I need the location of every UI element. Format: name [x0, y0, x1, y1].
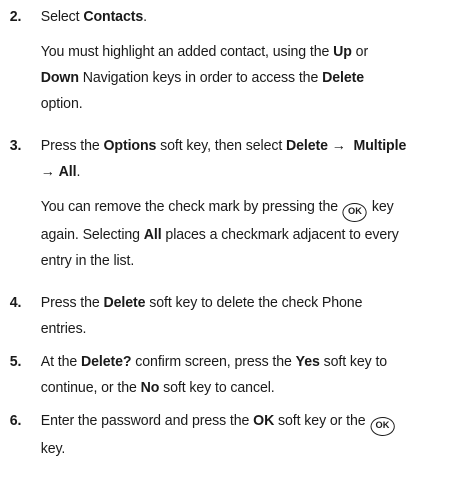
text-run: entry in the list. — [40, 253, 135, 269]
text-run: continue, or the — [40, 380, 141, 396]
right-arrow-icon: → — [40, 164, 55, 180]
text-run: confirm screen, press the — [131, 354, 296, 370]
instruction-page: 2. Select Contacts. You must highlight a… — [0, 0, 458, 462]
text-run: . — [143, 9, 147, 25]
text-run: Navigation keys in order to access the — [78, 70, 323, 86]
text-run: You can remove the check mark by pressin… — [40, 199, 342, 215]
step-text: Press the Options soft key, then select … — [41, 133, 458, 185]
ok-key-icon: OK — [342, 203, 368, 222]
bold-term-all: All — [58, 164, 77, 180]
step-text: Press the Delete soft key to delete the … — [41, 290, 458, 342]
text-run: At the — [40, 354, 81, 370]
step-3: 3. Press the Options soft key, then sele… — [10, 133, 458, 185]
text-run: Enter the password and press the — [40, 413, 254, 429]
ok-key-icon: OK — [370, 417, 395, 436]
right-arrow-icon: → — [331, 138, 346, 154]
step-number: 6. — [9, 413, 22, 429]
bold-term-options: Options — [103, 138, 157, 154]
step-text: Enter the password and press the OK soft… — [41, 408, 458, 462]
bold-term-contacts: Contacts — [83, 9, 144, 25]
text-run: Press the — [40, 138, 104, 154]
bold-term-delete: Delete — [322, 70, 364, 86]
text-run: key. — [40, 441, 66, 457]
text-run: soft key to delete the check Phone — [145, 295, 363, 311]
step-5: 5. At the Delete? confirm screen, press … — [10, 349, 458, 401]
step-number: 3. — [9, 138, 22, 154]
bold-term-delete: Delete — [286, 138, 328, 154]
bold-term-multiple: Multiple — [353, 138, 407, 154]
text-run: soft key to — [319, 354, 388, 370]
bold-term-delete-confirm: Delete? — [80, 354, 132, 370]
step-4: 4. Press the Delete soft key to delete t… — [10, 290, 458, 342]
bold-term-no: No — [140, 380, 160, 396]
text-run: again. Selecting — [40, 227, 144, 243]
text-run: . — [76, 164, 81, 180]
text-run: You must highlight an added contact, usi… — [40, 44, 334, 60]
step-2-note: You must highlight an added contact, usi… — [41, 39, 458, 117]
step-3-note: You can remove the check mark by pressin… — [41, 194, 458, 274]
step-number: 5. — [9, 354, 22, 370]
text-run: key — [368, 199, 394, 215]
text-run: soft key, then select — [156, 138, 287, 154]
text-run: or — [351, 44, 369, 60]
text-run: soft key to cancel. — [159, 380, 275, 396]
text-run: soft key or the — [274, 413, 370, 429]
bold-term-up: Up — [333, 44, 352, 60]
step-number: 2. — [9, 9, 22, 25]
text-run: Select — [40, 9, 84, 25]
text-run: Press the — [40, 295, 104, 311]
bold-term-delete: Delete — [103, 295, 146, 311]
bold-term-yes: Yes — [295, 354, 320, 370]
step-2: 2. Select Contacts. — [10, 4, 458, 30]
text-run: entries. — [40, 321, 87, 337]
step-text: At the Delete? confirm screen, press the… — [41, 349, 458, 401]
bold-term-ok: OK — [253, 413, 275, 429]
step-6: 6. Enter the password and press the OK s… — [10, 408, 458, 462]
step-number: 4. — [9, 295, 22, 311]
text-run: places a checkmark adjacent to every — [161, 227, 399, 243]
text-run: option. — [40, 96, 83, 112]
bold-term-all: All — [143, 227, 162, 243]
step-text: Select Contacts. — [41, 4, 458, 30]
bold-term-down: Down — [40, 70, 79, 86]
